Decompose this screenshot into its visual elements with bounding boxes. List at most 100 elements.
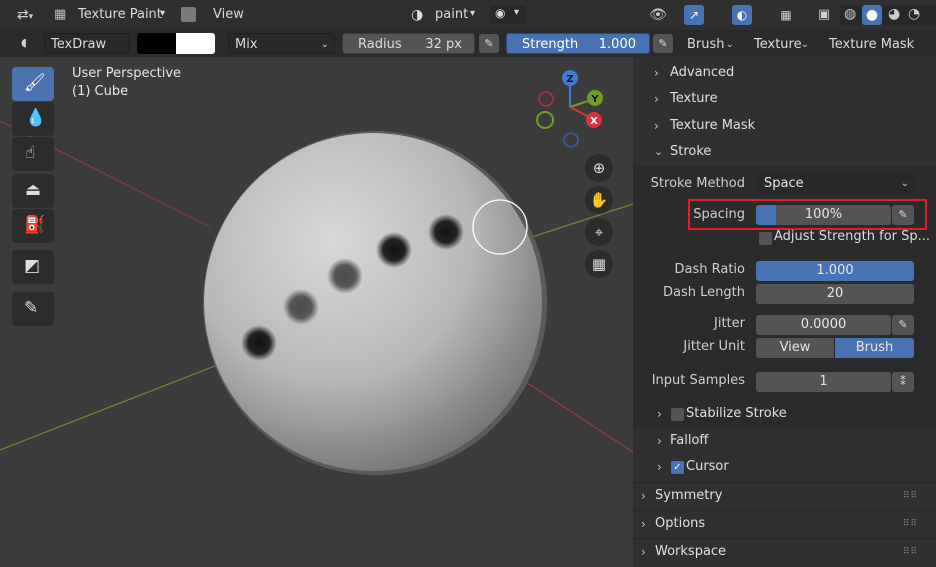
strength-slider[interactable]: Strength 1.000	[506, 33, 650, 54]
slot-label: paint	[435, 7, 469, 22]
checker-icon: ▦	[54, 7, 67, 22]
visibility-icon[interactable]: 👁	[645, 4, 671, 26]
blend-mode-dropdown[interactable]: Mix ⌄	[228, 33, 335, 54]
section-texture-mask[interactable]: › Texture Mask	[633, 113, 936, 139]
section-falloff-label: Falloff	[670, 433, 709, 448]
dash-length-label: Dash Length	[663, 285, 745, 300]
gizmo-x-label: X	[590, 116, 598, 127]
pan-hand-icon[interactable]: ✋	[585, 186, 613, 214]
pressure-radius-icon[interactable]: ✎	[479, 34, 499, 53]
editor-header: ⇄▾ ▦ Texture Paint ▾ View ◑ paint ▾ ◉ ▾ …	[0, 0, 936, 30]
chevron-right-icon: ›	[657, 434, 662, 448]
input-samples-field[interactable]: 1	[756, 372, 891, 392]
wireframe-icon[interactable]: ◍	[844, 6, 856, 22]
brush-menu[interactable]: Brush ⌄	[680, 33, 740, 54]
mask-tool-button[interactable]: ◩	[12, 250, 54, 284]
soften-tool-button[interactable]: 💧	[12, 102, 54, 136]
input-samples-extra-icon[interactable]: ⁑	[892, 372, 914, 392]
mode-selector[interactable]: ▦ Texture Paint ▾	[50, 4, 174, 26]
pressure-strength-icon[interactable]: ✎	[653, 34, 673, 53]
object-label: (1) Cube	[72, 84, 129, 99]
overlays-toggle-icon[interactable]: ◐	[732, 5, 752, 25]
shading-dropdown[interactable]: ◉ ▾	[490, 6, 526, 24]
adjust-strength-checkbox[interactable]	[758, 231, 773, 246]
gizmo-neg-z[interactable]	[563, 132, 579, 148]
drag-handle-icon[interactable]: ⠿⠿	[903, 511, 918, 537]
fill-tool-button[interactable]: ⛽	[12, 209, 54, 243]
dash-length-field[interactable]: 20	[756, 284, 914, 304]
dash-ratio-slider[interactable]: 1.000	[756, 261, 914, 281]
paint-dot	[376, 232, 412, 268]
gizmo-toggle-icon[interactable]: ↗	[684, 5, 704, 25]
annotate-tool-button[interactable]: ✎	[12, 292, 54, 326]
clone-tool-button[interactable]: ⏏	[12, 174, 54, 208]
section-falloff[interactable]: › Falloff	[633, 428, 936, 454]
paint-dot	[327, 258, 363, 294]
chevron-down-icon: ▾	[514, 7, 520, 18]
gizmo-neg-y[interactable]	[536, 111, 554, 129]
chevron-right-icon: ›	[641, 489, 646, 503]
section-options[interactable]: › Options ⠿⠿	[633, 511, 936, 537]
section-workspace-label: Workspace	[655, 544, 727, 559]
stamp-icon: ⏏	[25, 180, 42, 200]
mask-icon: ◩	[24, 256, 41, 276]
ortho-grid-icon[interactable]: ▦	[585, 250, 613, 278]
section-symmetry-label: Symmetry	[655, 488, 723, 503]
gizmo-neg-x[interactable]	[538, 91, 554, 107]
paint-dot	[428, 214, 464, 250]
draw-tool-button[interactable]: 🖌	[12, 67, 54, 101]
material-icon: ◑	[411, 7, 424, 23]
stroke-method-dropdown[interactable]: Space ⌄	[756, 174, 914, 194]
radius-value: 32 px	[425, 37, 462, 52]
material-preview-icon[interactable]: ◕	[888, 6, 900, 22]
editor-type-icon[interactable]: ⇄▾	[8, 4, 42, 28]
texture-mask-menu[interactable]: Texture Mask	[822, 33, 936, 54]
section-cursor[interactable]: › ✓ Cursor	[633, 454, 936, 480]
brush-name-field[interactable]: TexDraw	[44, 33, 130, 54]
brush-type-icon[interactable]: ◖	[10, 32, 38, 54]
toggle-xray-icon[interactable]: ▣	[814, 4, 834, 26]
brush-icon: 🖌	[24, 73, 46, 93]
section-stabilize-stroke[interactable]: › Stabilize Stroke	[633, 401, 936, 427]
solid-shading-icon[interactable]: ●	[862, 5, 882, 25]
section-stroke-label: Stroke	[670, 144, 712, 159]
dot-icon: ◉	[495, 6, 506, 20]
texture-menu[interactable]: Texture ⌄	[747, 33, 815, 54]
zoom-icon[interactable]: ⊕	[585, 154, 613, 182]
section-symmetry[interactable]: › Symmetry ⠿⠿	[633, 483, 936, 509]
rendered-icon[interactable]: ◔	[908, 6, 920, 22]
cursor-checkbox[interactable]: ✓	[670, 460, 685, 475]
stabilize-label: Stabilize Stroke	[686, 406, 787, 421]
stabilize-checkbox[interactable]	[670, 407, 685, 422]
dash-ratio-label: Dash Ratio	[674, 262, 746, 277]
input-samples-value: 1	[819, 374, 828, 389]
jitter-unit-view-button[interactable]: View	[756, 338, 834, 358]
section-advanced[interactable]: › Advanced	[633, 60, 936, 86]
camera-icon[interactable]: ⌖	[585, 218, 613, 246]
3d-viewport[interactable]: Z Y X 🖌 💧 ☝ ⏏ ⛽ ◩ ✎ User Perspective (1)…	[0, 57, 633, 567]
chevron-down-icon: ⌄	[320, 39, 329, 50]
xray-icon[interactable]: ▦	[775, 4, 797, 26]
drag-handle-icon[interactable]: ⠿⠿	[903, 483, 918, 509]
overlay-toggle-icon[interactable]	[181, 7, 196, 22]
radius-slider[interactable]: Radius 32 px	[342, 33, 475, 54]
jitter-slider[interactable]: 0.0000	[756, 315, 891, 335]
section-stroke[interactable]: ⌄ Stroke	[633, 139, 936, 165]
adjust-strength-label: Adjust Strength for Sp...	[774, 229, 931, 244]
view-menu[interactable]: View	[213, 7, 244, 22]
section-texture[interactable]: › Texture	[633, 86, 936, 112]
slot-selector[interactable]: ◑ paint ▾	[408, 4, 483, 26]
jitter-value: 0.0000	[800, 317, 847, 332]
primary-color-swatch[interactable]	[137, 33, 176, 54]
section-workspace[interactable]: › Workspace ⠿⠿	[633, 539, 936, 565]
smear-tool-button[interactable]: ☝	[12, 137, 54, 171]
properties-panel: › Advanced › Texture › Texture Mask ⌄ Stroke…	[633, 57, 936, 567]
brush-name-label: TexDraw	[51, 37, 107, 52]
drag-handle-icon[interactable]: ⠿⠿	[903, 539, 918, 565]
chevron-right-icon: ›	[657, 407, 662, 421]
section-options-label: Options	[655, 516, 706, 531]
chevron-right-icon: ›	[641, 517, 646, 531]
jitter-unit-brush-button[interactable]: Brush	[835, 338, 914, 358]
secondary-color-swatch[interactable]	[176, 33, 215, 54]
pressure-jitter-icon[interactable]: ✎	[892, 315, 914, 335]
